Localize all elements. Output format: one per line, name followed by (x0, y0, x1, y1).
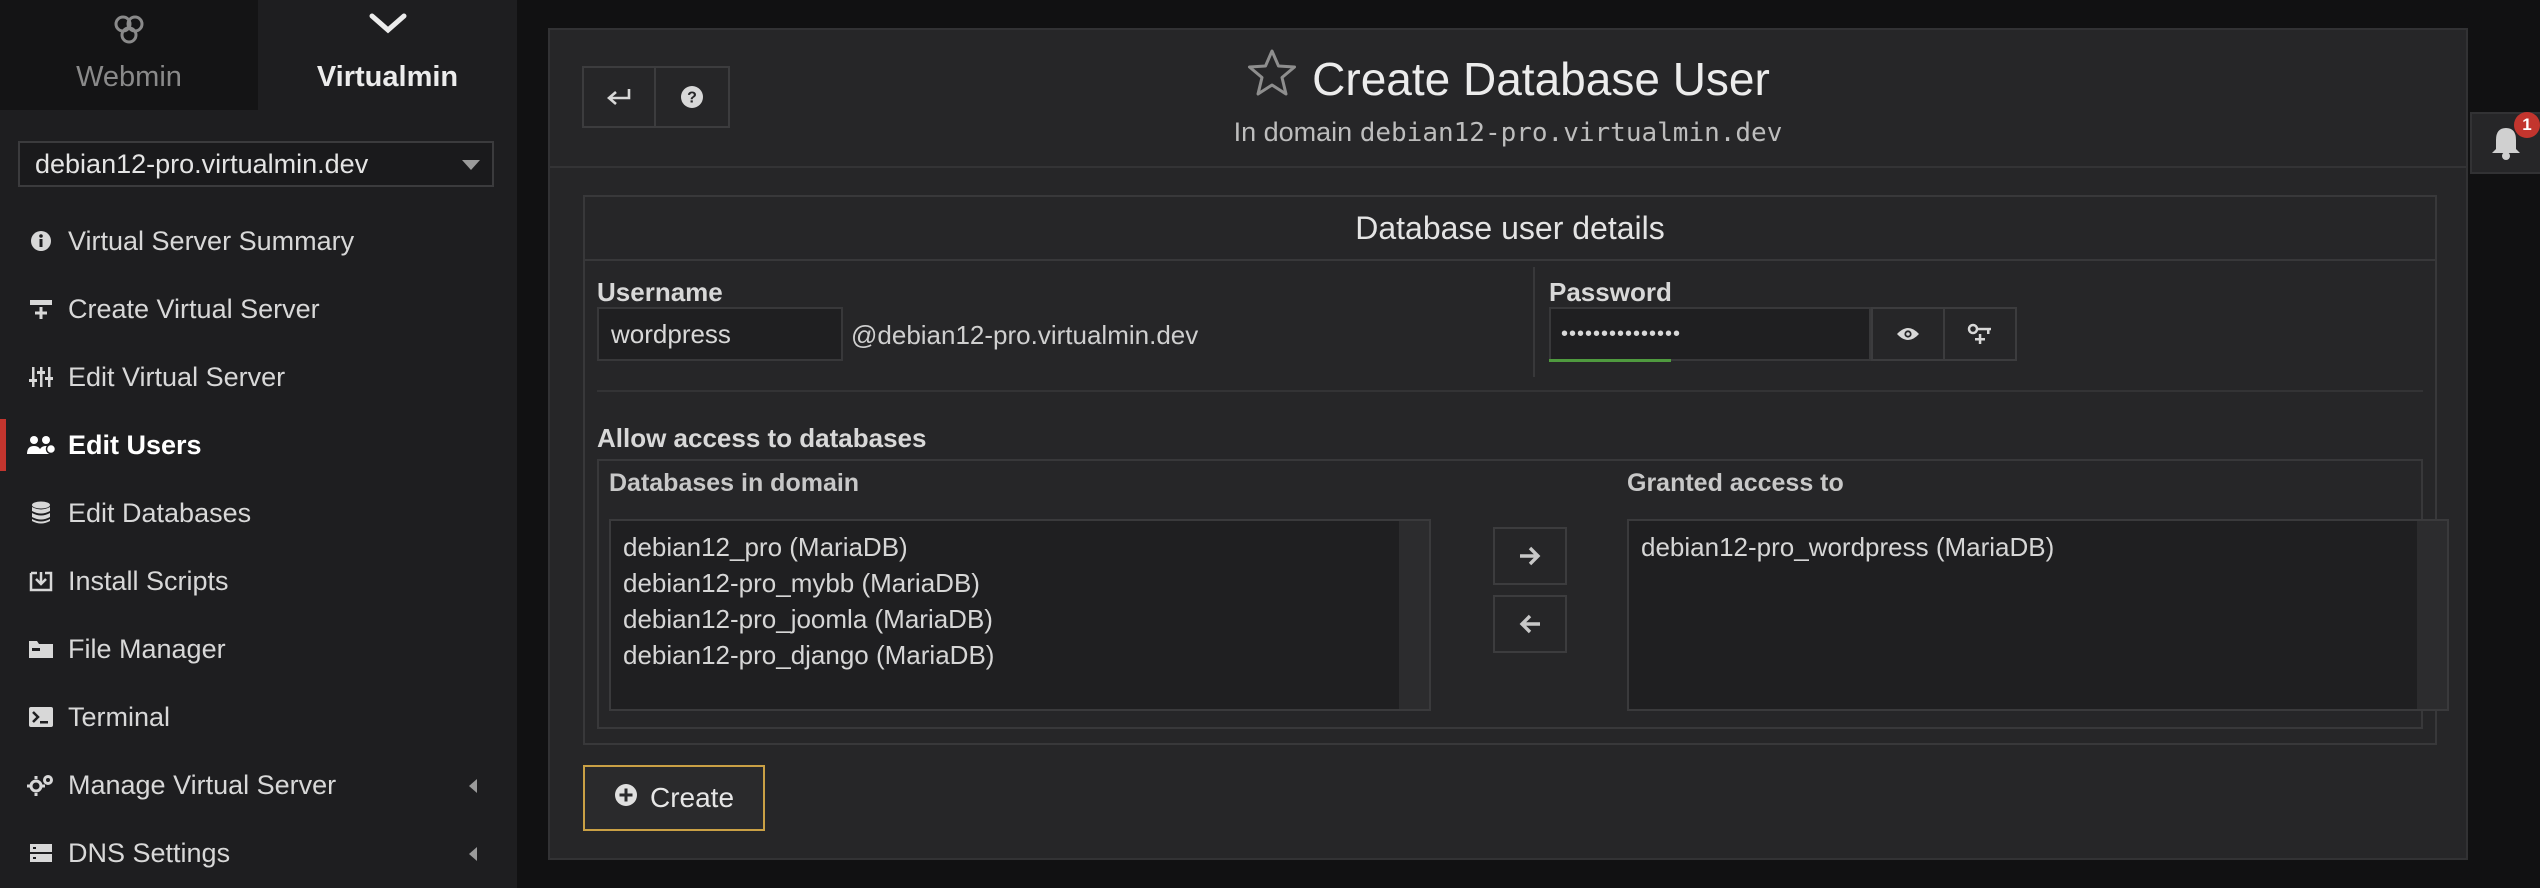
subtitle-domain: debian12-pro.virtualmin.dev (1359, 118, 1783, 148)
plus-server-icon (26, 294, 56, 324)
terminal-icon (26, 702, 56, 732)
switch-virtualmin-label: Virtualmin (316, 61, 459, 93)
page-title: Create Database User (1312, 52, 1770, 105)
sidebar-item-label: Manage Virtual Server (68, 769, 337, 800)
sidebar-item-label: Terminal (68, 701, 171, 732)
password-strength-bar (1549, 359, 1671, 362)
gears-icon (26, 770, 56, 800)
sidebar-item-label: Install Scripts (68, 565, 229, 596)
users-icon (26, 430, 56, 460)
username-value: wordpress (611, 318, 731, 349)
section-title: Database user details (585, 197, 2435, 261)
sidebar-item-label: DNS Settings (68, 837, 231, 868)
show-password-button[interactable] (1871, 307, 1945, 361)
submenu-arrow-icon (469, 779, 477, 793)
grant-access-button[interactable] (1493, 527, 1567, 585)
password-input[interactable]: ••••••••••••••• (1549, 307, 1871, 361)
database-icon (26, 498, 56, 528)
databases-in-domain-label: Databases in domain (609, 469, 860, 497)
section-divider (597, 390, 2423, 392)
granted-access-label: Granted access to (1627, 469, 1844, 497)
switch-webmin[interactable]: Webmin (0, 0, 258, 110)
list-item[interactable]: debian12-pro_mybb (MariaDB) (623, 565, 1417, 601)
sidebar-item-install-scripts[interactable]: Install Scripts (0, 547, 517, 615)
sliders-icon (26, 362, 56, 392)
scrollbar[interactable] (2417, 521, 2447, 709)
username-domain-suffix: @debian12-pro.virtualmin.dev (851, 320, 1199, 350)
password-label: Password (1549, 277, 1672, 307)
key-plus-icon (1967, 323, 1991, 344)
sidebar-item-label: Edit Databases (68, 497, 252, 528)
domain-select[interactable]: debian12-pro.virtualmin.dev (18, 141, 494, 187)
sidebar-item-edit-databases[interactable]: Edit Databases (0, 479, 517, 547)
create-button[interactable]: Create (583, 765, 765, 831)
sidebar-item-label: Edit Virtual Server (68, 361, 286, 392)
eye-icon (1897, 328, 1919, 340)
virtualmin-logo-icon (368, 10, 408, 45)
submenu-arrow-icon (469, 847, 477, 861)
list-item[interactable]: debian12-pro_django (MariaDB) (623, 637, 1417, 673)
download-box-icon (26, 566, 56, 596)
sidebar-item-label: File Manager (68, 633, 226, 664)
sidebar-item-edit-virtual-server[interactable]: Edit Virtual Server (0, 343, 517, 411)
subtitle-prefix: In domain (1233, 117, 1353, 147)
header-divider (550, 166, 2466, 168)
databases-in-domain-list[interactable]: debian12_pro (MariaDB) debian12-pro_mybb… (609, 519, 1431, 711)
list-item[interactable]: debian12_pro (MariaDB) (623, 529, 1417, 565)
generate-password-button[interactable] (1943, 307, 2017, 361)
create-button-label: Create (649, 782, 735, 813)
username-label: Username (597, 277, 723, 307)
list-item[interactable]: debian12-pro_wordpress (MariaDB) (1641, 529, 2435, 565)
sidebar-item-manage-virtual-server[interactable]: Manage Virtual Server (0, 751, 517, 819)
sidebar-item-edit-users[interactable]: Edit Users (0, 411, 517, 479)
sidebar-item-virtual-server-summary[interactable]: Virtual Server Summary (0, 207, 517, 275)
page-subtitle: In domain debian12-pro.virtualmin.dev (550, 117, 2466, 148)
page-title-row: Create Database User (1246, 48, 1770, 109)
dns-server-icon (26, 838, 56, 868)
allow-access-label: Allow access to databases (597, 423, 927, 453)
sidebar-menu: Virtual Server Summary Create Virtual Se… (0, 207, 517, 887)
page-header: Create Database User In domain debian12-… (550, 48, 2466, 148)
switch-virtualmin[interactable]: Virtualmin (258, 0, 517, 110)
notifications-button[interactable]: 1 (2470, 112, 2540, 174)
database-access-selector: Databases in domain Granted access to de… (597, 459, 2449, 729)
sidebar-item-dns-settings[interactable]: DNS Settings (0, 819, 517, 887)
revoke-access-button[interactable] (1493, 595, 1567, 653)
sidebar-item-create-virtual-server[interactable]: Create Virtual Server (0, 275, 517, 343)
field-divider (1533, 267, 1535, 377)
scrollbar[interactable] (1399, 521, 1429, 709)
webmin-logo-icon (109, 10, 149, 55)
plus-circle-icon (614, 782, 638, 814)
switch-webmin-label: Webmin (76, 61, 182, 93)
password-value: ••••••••••••••• (1561, 322, 1682, 345)
arrow-left-icon (1519, 614, 1540, 634)
sidebar-item-label: Create Virtual Server (68, 293, 320, 324)
folder-icon (26, 634, 56, 664)
granted-access-list[interactable]: debian12-pro_wordpress (MariaDB) (1627, 519, 2449, 711)
info-circle-icon (26, 226, 56, 256)
sidebar-item-file-manager[interactable]: File Manager (0, 615, 517, 683)
star-icon[interactable] (1246, 48, 1298, 109)
sidebar-item-label: Edit Users (68, 429, 202, 460)
database-user-details-section: Database user details Username wordpress… (583, 195, 2449, 745)
sidebar-item-terminal[interactable]: Terminal (0, 683, 517, 751)
sidebar-item-label: Virtual Server Summary (68, 225, 355, 256)
arrow-right-icon (1520, 546, 1541, 566)
notification-count-badge: 1 (2514, 112, 2540, 138)
main-panel: ? Create Database User In domain debian1… (548, 28, 2468, 860)
domain-select-value: debian12-pro.virtualmin.dev (35, 148, 369, 179)
chevron-down-icon (462, 160, 480, 170)
list-item[interactable]: debian12-pro_joomla (MariaDB) (623, 601, 1417, 637)
sidebar: Webmin Virtualmin debian12-pro.virtualmi… (0, 0, 517, 888)
username-input[interactable]: wordpress (597, 307, 843, 361)
